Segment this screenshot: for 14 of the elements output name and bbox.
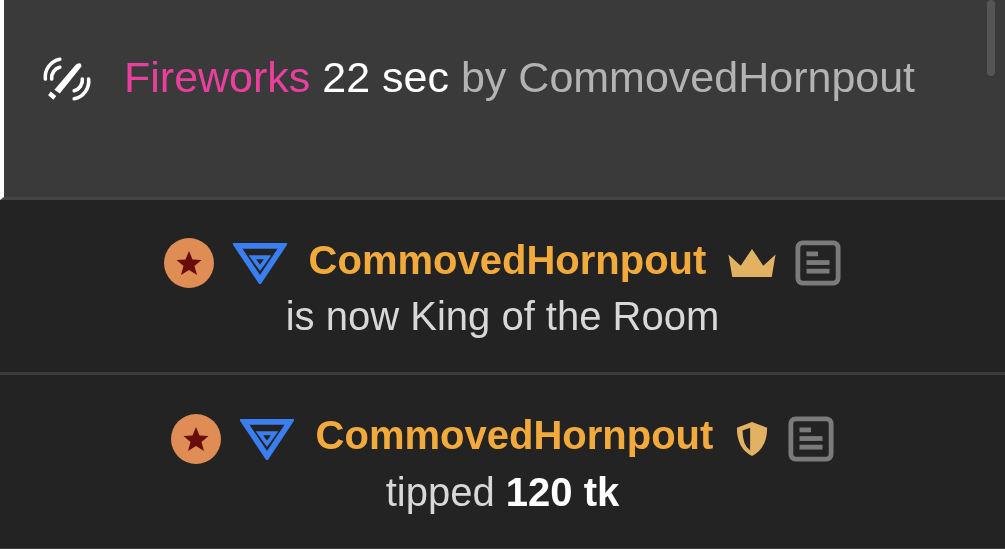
username[interactable]: CommovedHornpout [308, 238, 707, 282]
star-badge-icon [164, 238, 215, 289]
shield-icon [734, 419, 769, 458]
star-badge-icon [171, 413, 222, 464]
username[interactable]: CommovedHornpout [315, 413, 714, 458]
message-text: is now King of the Room [285, 293, 720, 341]
triangle-icon [233, 242, 288, 285]
notice-text: Fireworks 22 sec by CommovedHornpout [124, 52, 916, 103]
triangle-icon [240, 417, 295, 460]
notes-icon[interactable] [787, 415, 834, 462]
notes-icon[interactable] [794, 240, 841, 287]
crown-icon [727, 247, 776, 280]
scrollbar[interactable] [987, 0, 995, 76]
message-text: tipped 120 tk [385, 468, 620, 516]
